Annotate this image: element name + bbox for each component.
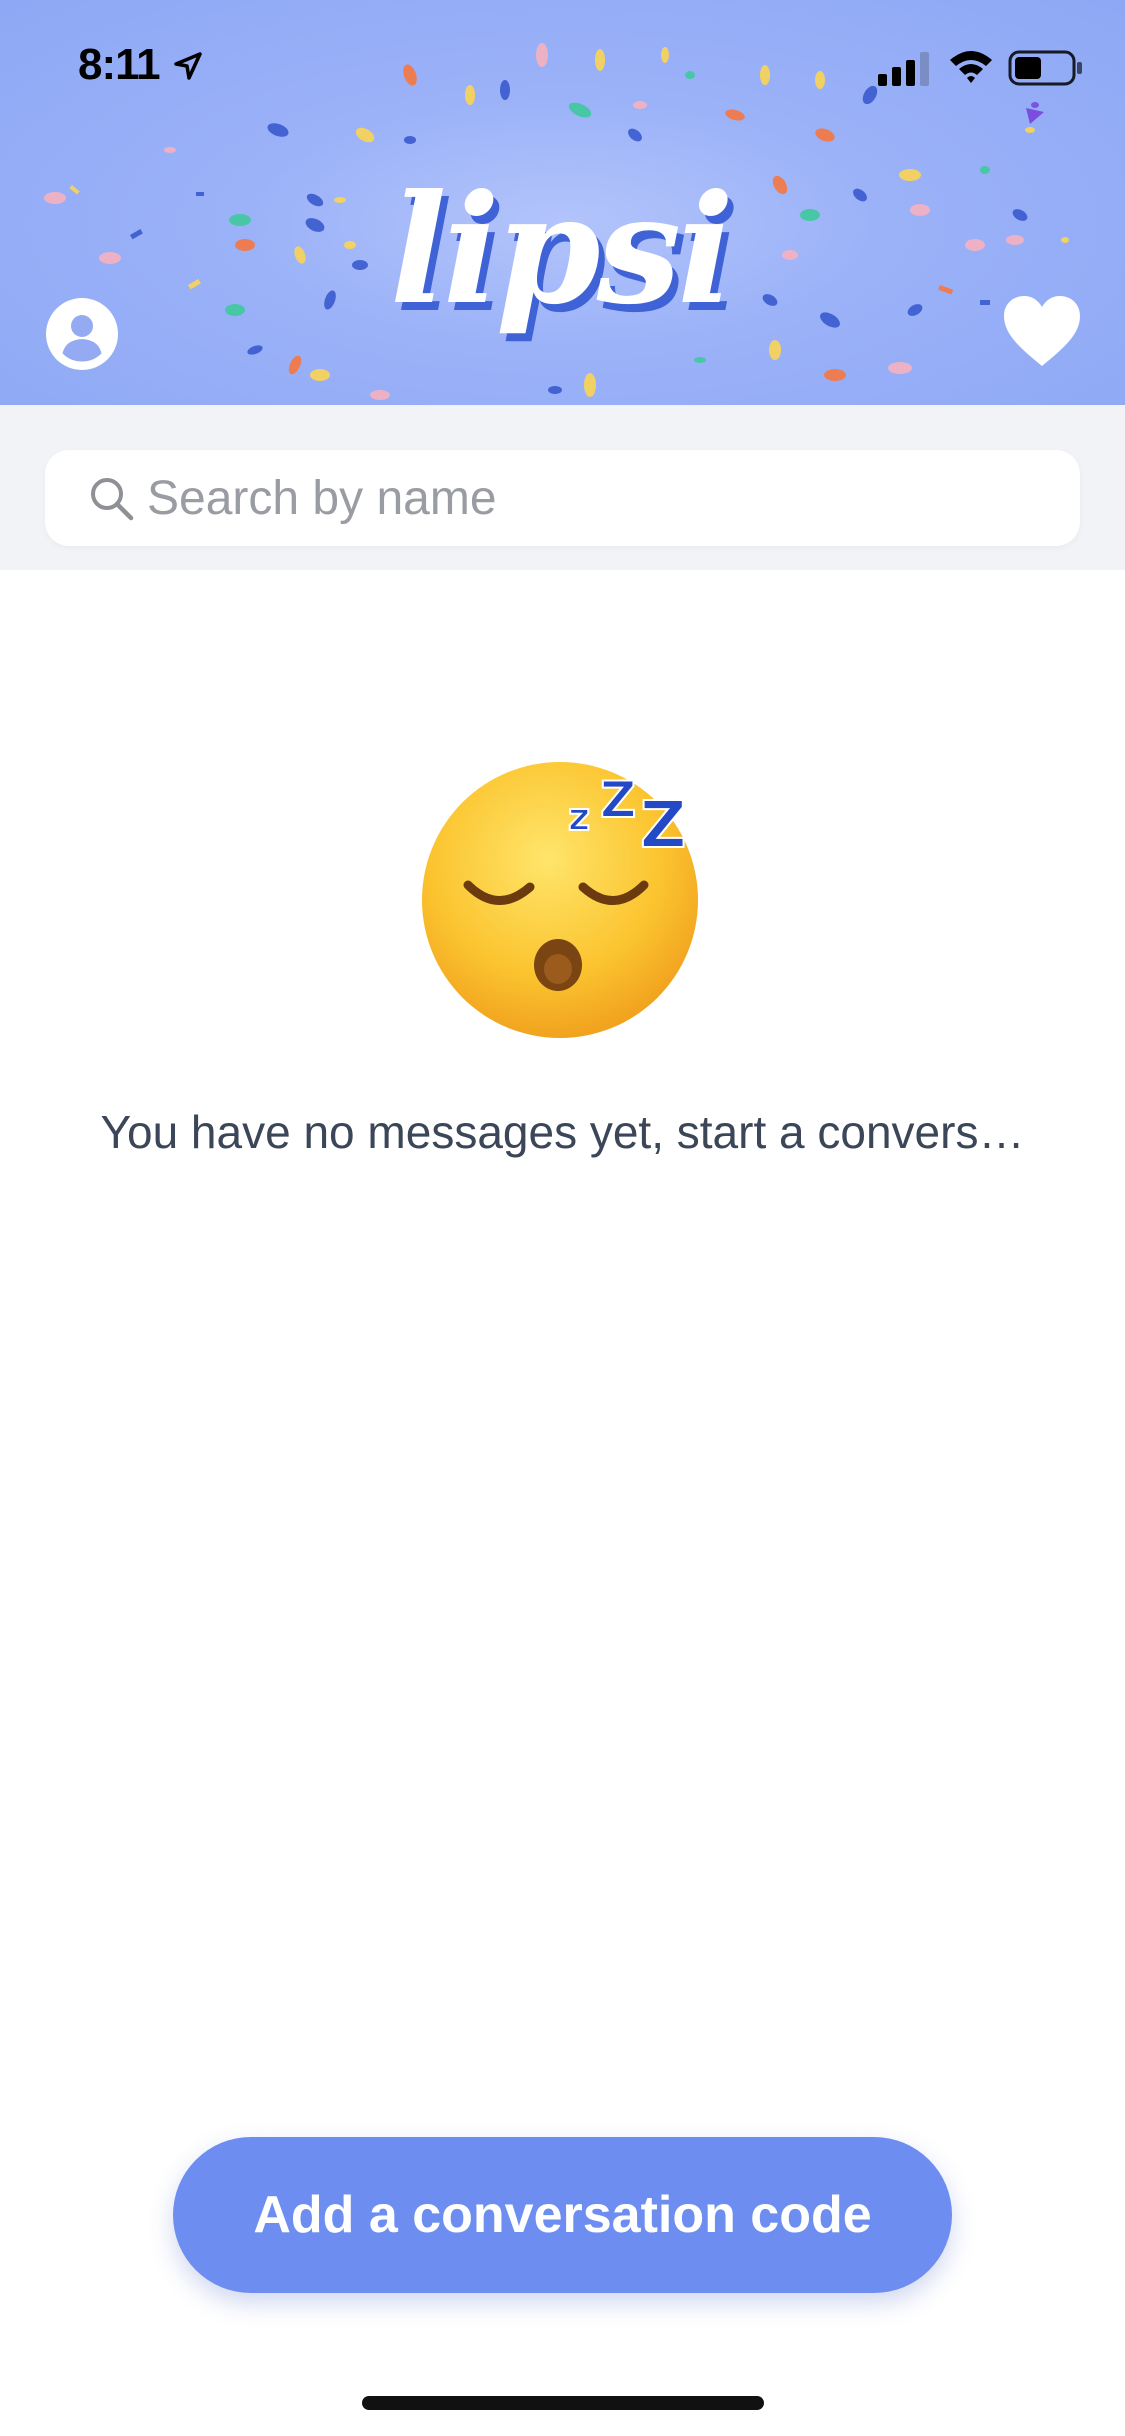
app-logo: lipsi [380,150,740,380]
search-section [0,405,1125,570]
status-time: 8:11 [78,40,161,89]
status-bar: 8:11 [0,0,1125,130]
sleeping-face-emoji: z Z Z [422,762,698,1038]
search-input[interactable] [147,450,1047,546]
svg-text:Z: Z [600,771,636,829]
logo-text: lipsi [389,162,734,338]
search-bar[interactable] [45,450,1080,546]
location-arrow-icon [174,52,202,80]
heart-icon [1004,296,1080,366]
svg-text:Z: Z [640,789,686,863]
add-conversation-code-button[interactable]: Add a conversation code [173,2137,952,2293]
wifi-icon [950,51,992,83]
profile-button[interactable] [46,298,118,370]
add-conversation-code-label: Add a conversation code [253,2186,872,2244]
battery-icon [1008,50,1082,86]
cellular-signal-icon [878,52,929,86]
profile-icon [51,303,113,365]
svg-text:z: z [568,795,590,839]
favorites-button[interactable] [1000,292,1084,372]
app-header: 8:11 lipsi [0,0,1125,405]
home-indicator[interactable] [362,2396,764,2410]
empty-state-message: You have no messages yet, start a conver… [100,1106,1025,1158]
inbox-screen: 8:11 lipsi Search by name z Z Z You have… [0,0,1125,2436]
search-icon [91,478,134,521]
